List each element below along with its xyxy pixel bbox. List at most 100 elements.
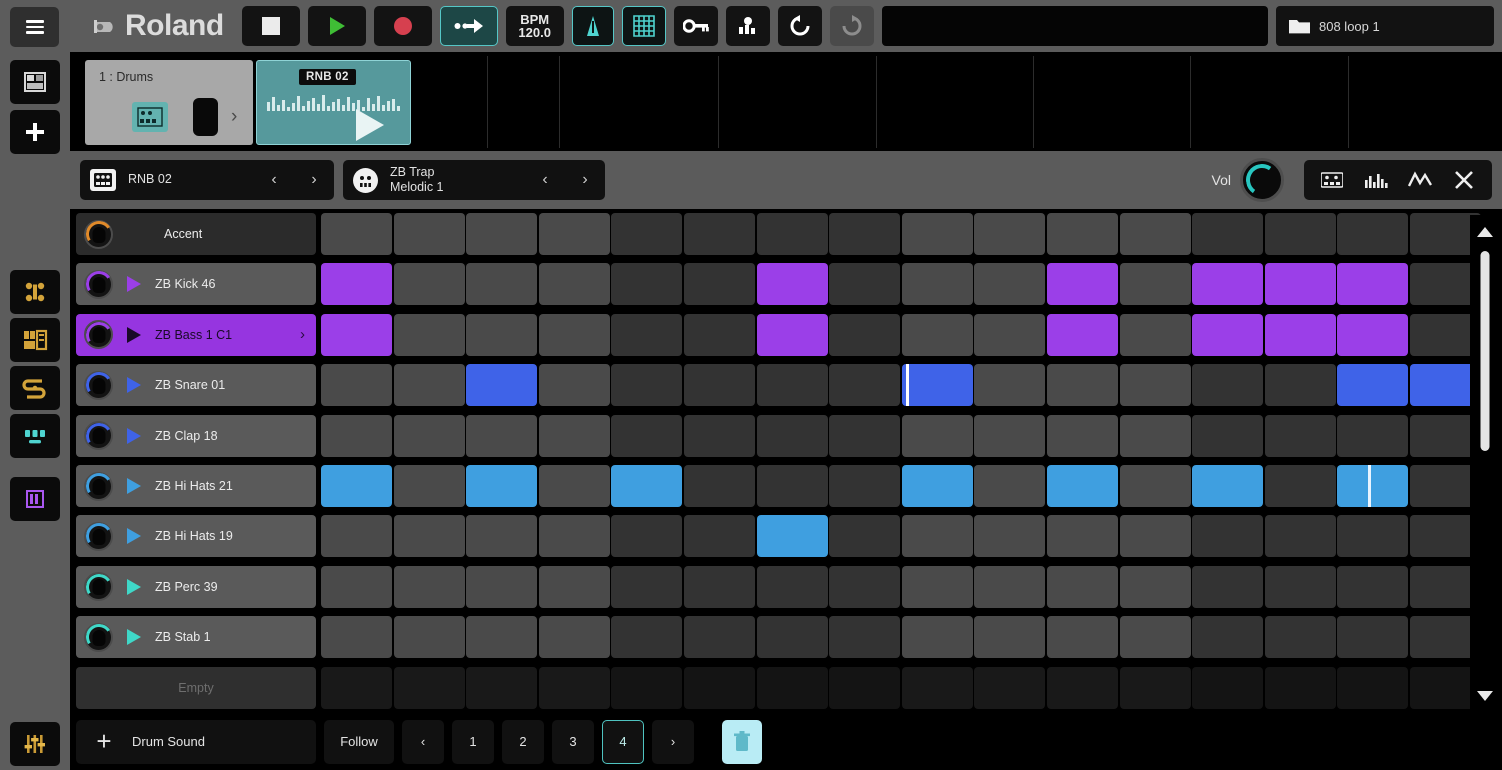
step-cell[interactable]	[611, 313, 683, 356]
instrument-preview-play-icon[interactable]	[127, 528, 141, 545]
step-cell[interactable]	[829, 666, 901, 709]
step-cell[interactable]	[829, 565, 901, 608]
step-cell[interactable]	[683, 364, 755, 407]
step-cell[interactable]	[1337, 515, 1409, 558]
step-cell[interactable]	[974, 465, 1046, 507]
step-cell[interactable]	[321, 666, 392, 709]
step-cell[interactable]	[466, 263, 538, 306]
instrument-row-zb-stab-1[interactable]: ZB Stab 1	[76, 616, 316, 659]
instrument-pad-knob[interactable]	[83, 369, 114, 401]
step-cell[interactable]	[538, 565, 610, 608]
velocity-bars-icon[interactable]	[1356, 163, 1396, 197]
instrument-row-accent[interactable]: Accent	[76, 213, 316, 255]
step-cell[interactable]	[393, 465, 465, 507]
step-cell[interactable]	[1119, 616, 1191, 659]
step-cell[interactable]	[466, 465, 538, 507]
step-cell[interactable]	[901, 414, 973, 457]
step-cell[interactable]	[1046, 213, 1118, 255]
step-cell[interactable]	[829, 465, 901, 507]
step-cell[interactable]	[756, 364, 828, 407]
instrument-row-zb-perc-39[interactable]: ZB Perc 39	[76, 565, 316, 608]
step-cell[interactable]	[829, 414, 901, 457]
step-cell[interactable]	[1192, 616, 1264, 659]
step-cell[interactable]	[466, 666, 538, 709]
step-cell[interactable]	[1264, 666, 1336, 709]
step-cell[interactable]	[393, 616, 465, 659]
step-cell[interactable]	[321, 616, 392, 659]
step-cell[interactable]	[1192, 414, 1264, 457]
stop-button[interactable]	[241, 6, 300, 46]
track-pad[interactable]	[193, 98, 218, 136]
step-cell[interactable]	[1119, 565, 1191, 608]
step-cell[interactable]	[393, 213, 465, 255]
step-cell[interactable]	[756, 414, 828, 457]
clip-rnb-02[interactable]: RNB 02	[256, 60, 411, 145]
instrument-row-empty[interactable]: Empty	[76, 666, 316, 709]
pattern-selector[interactable]: RNB 02 ‹ ›	[80, 160, 334, 200]
step-cell[interactable]	[1046, 263, 1118, 306]
sidebar-item-faders[interactable]	[10, 722, 60, 766]
page-next-button[interactable]: ›	[652, 719, 694, 764]
step-cell[interactable]	[1264, 565, 1336, 608]
volume-knob[interactable]	[1240, 158, 1284, 202]
step-cell[interactable]	[974, 666, 1046, 709]
step-cell[interactable]	[1337, 213, 1409, 255]
step-cell[interactable]	[1192, 213, 1264, 255]
instrument-pad-knob[interactable]	[83, 268, 114, 300]
step-cell[interactable]	[974, 515, 1046, 558]
instrument-row-zb-snare-01[interactable]: ZB Snare 01	[76, 364, 316, 407]
step-cell[interactable]	[683, 616, 755, 659]
instrument-pad-knob[interactable]	[83, 319, 114, 351]
bpm-display[interactable]: BPM 120.0	[505, 6, 564, 46]
clip-play-icon[interactable]	[356, 109, 384, 141]
step-cell[interactable]	[974, 263, 1046, 306]
step-cell[interactable]	[1264, 465, 1336, 507]
step-cell[interactable]	[1264, 616, 1336, 659]
step-cell[interactable]	[1264, 213, 1336, 255]
automation-curve-icon[interactable]	[1400, 163, 1440, 197]
step-cell[interactable]	[1264, 515, 1336, 558]
step-cell[interactable]	[1192, 666, 1264, 709]
step-cell[interactable]	[1337, 414, 1409, 457]
step-cell[interactable]	[538, 414, 610, 457]
step-cell[interactable]	[756, 616, 828, 659]
step-cell[interactable]	[1119, 364, 1191, 407]
instrument-preview-play-icon[interactable]	[127, 276, 141, 293]
step-cell[interactable]	[683, 313, 755, 356]
hamburger-menu-button[interactable]	[10, 7, 59, 47]
scrollbar-thumb[interactable]	[1480, 251, 1490, 451]
instrument-row-zb-hi-hats-21[interactable]: ZB Hi Hats 21	[76, 465, 316, 507]
sidebar-item-routing[interactable]	[10, 366, 60, 410]
step-cell[interactable]	[611, 414, 683, 457]
sidebar-item-instrument-rack[interactable]	[10, 318, 60, 362]
step-cell[interactable]	[901, 616, 973, 659]
instrument-preview-play-icon[interactable]	[127, 478, 141, 494]
step-cell[interactable]	[538, 213, 610, 255]
kit-prev-button[interactable]: ‹	[529, 171, 561, 189]
step-cell[interactable]	[393, 313, 465, 356]
step-cell[interactable]	[756, 565, 828, 608]
step-cell[interactable]	[1046, 666, 1118, 709]
step-cell[interactable]	[393, 565, 465, 608]
page-button-3[interactable]: 3	[552, 719, 594, 764]
step-cell[interactable]	[466, 414, 538, 457]
instrument-row-zb-clap-18[interactable]: ZB Clap 18	[76, 414, 316, 457]
step-cell[interactable]	[1046, 313, 1118, 356]
scroll-down-icon[interactable]	[1477, 691, 1493, 701]
delete-button[interactable]	[722, 719, 762, 764]
step-cell[interactable]	[393, 414, 465, 457]
step-cell[interactable]	[1119, 666, 1191, 709]
step-cell[interactable]	[756, 465, 828, 507]
step-cell[interactable]	[829, 364, 901, 407]
undo-button[interactable]	[777, 6, 822, 46]
instrument-preview-play-icon[interactable]	[127, 377, 141, 394]
step-cell[interactable]	[756, 666, 828, 709]
step-cell[interactable]	[1046, 515, 1118, 558]
instrument-pad-knob[interactable]	[83, 621, 114, 653]
step-cell[interactable]	[321, 565, 392, 608]
step-cell[interactable]	[1046, 616, 1118, 659]
instrument-expand-chevron-icon[interactable]: ›	[300, 326, 305, 343]
pattern-next-button[interactable]: ›	[298, 171, 330, 189]
step-cell[interactable]	[756, 515, 828, 558]
step-cell[interactable]	[466, 313, 538, 356]
